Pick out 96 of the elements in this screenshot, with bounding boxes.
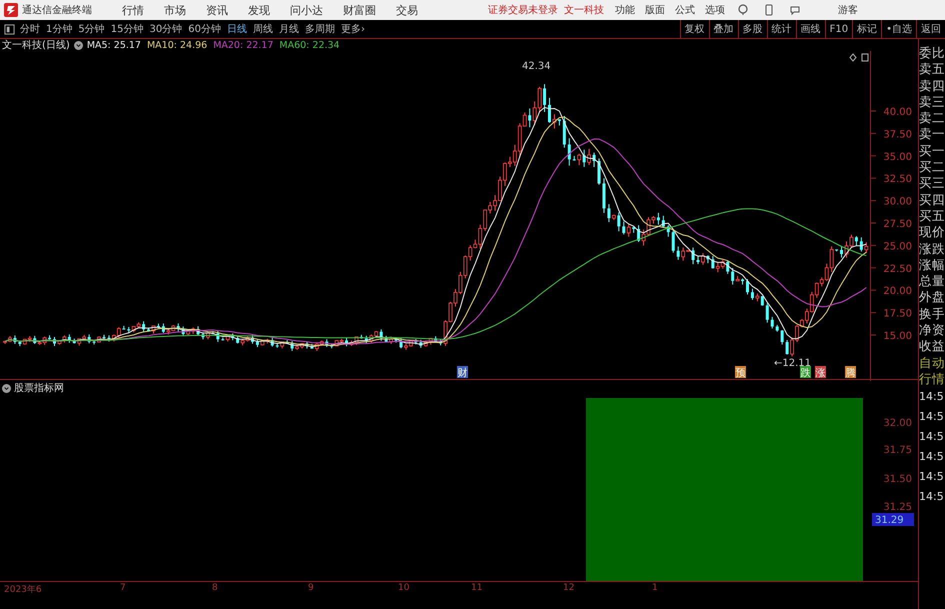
trade-time: 14:5 [919, 489, 945, 506]
price-axis-label: 27.50 [883, 219, 912, 230]
quote-mode-label[interactable]: 自动 [919, 354, 945, 371]
indicator-axis-label: 31.25 [883, 502, 912, 513]
trade-time: 14:5 [919, 389, 945, 406]
stock-name: 文一科技 [564, 4, 604, 17]
quote-label: 换手 [919, 306, 945, 322]
quote-mode-label[interactable]: 行情 [919, 370, 945, 388]
moving-average-value: MA20: 22.17 [213, 40, 274, 50]
period-tab[interactable]: 更多› [340, 22, 365, 36]
period-tab[interactable]: 15分钟 [110, 22, 144, 36]
period-tab[interactable]: 月线 [278, 22, 299, 36]
quote-label: 涨幅 [919, 256, 945, 274]
quote-label: 现价 [919, 224, 945, 241]
app-title: 通达信金融终端 [22, 4, 93, 17]
period-tab[interactable]: 5分钟 [78, 22, 105, 36]
menu-item[interactable]: 版面 [645, 3, 665, 17]
diamond-icon[interactable] [849, 53, 857, 62]
period-tab[interactable]: 30分钟 [149, 22, 182, 36]
quote-label: 买二 [919, 159, 945, 176]
indicator-axis-label: 31.75 [883, 445, 912, 456]
event-marker[interactable]: 财 [457, 366, 468, 379]
quote-label: 委比 [919, 45, 945, 62]
date-axis-label: 10 [398, 583, 410, 593]
price-axis-label: 35.00 [883, 152, 912, 163]
menu-item[interactable]: 行情 [122, 2, 144, 18]
quote-label: 总量 [919, 273, 945, 290]
chat-icon[interactable] [789, 4, 801, 16]
settings-icon[interactable] [74, 40, 83, 50]
bulb-icon[interactable] [737, 4, 749, 16]
moving-average-value: MA5: 25.17 [86, 40, 141, 50]
menu-item[interactable]: 市场 [164, 2, 186, 18]
quote-label: 卖二 [919, 110, 945, 126]
settings-icon[interactable] [2, 384, 11, 392]
app-logo-icon [4, 3, 18, 17]
quote-label: 买四 [919, 192, 945, 208]
price-axis-label: 37.50 [883, 129, 912, 140]
trade-time: 14:5 [919, 409, 945, 426]
moving-average-value: MA60: 22.34 [279, 40, 340, 50]
menu-item[interactable]: 资讯 [206, 2, 228, 18]
menu-item[interactable]: 公式 [675, 3, 695, 17]
quote-label: 涨跌 [919, 240, 945, 257]
window-icon[interactable] [4, 24, 15, 34]
menu-item[interactable]: 发现 [248, 2, 270, 18]
user-name[interactable]: 游客 [838, 3, 858, 17]
low-price-label: ←12.11 [774, 358, 812, 369]
quote-label: 卖一 [919, 126, 945, 143]
date-axis-label: 2023年6 [4, 584, 42, 596]
menu-item[interactable]: 问小达 [290, 2, 323, 18]
period-tab[interactable]: 60分钟 [188, 22, 221, 36]
current-value-tag: 31.29 [872, 513, 914, 526]
moving-average-value: MA10: 24.96 [146, 40, 208, 50]
date-axis-label: 11 [471, 583, 482, 593]
date-axis-label: 8 [212, 583, 218, 593]
price-axis-label: 30.00 [883, 196, 912, 208]
event-marker[interactable]: 涨 [815, 366, 826, 379]
price-axis-label: 40.00 [883, 107, 912, 118]
login-status[interactable]: 证券交易未登录 [488, 3, 558, 17]
quote-label: 净资 [919, 322, 945, 338]
indicator-title: 股票指标网 [14, 382, 64, 395]
indicator-axis-label: 31.50 [883, 474, 912, 485]
price-axis-label: 15.00 [883, 331, 912, 342]
period-tab[interactable]: 周线 [252, 22, 273, 36]
quote-label: 买五 [919, 208, 945, 224]
high-price-label: 42.34 [522, 61, 551, 72]
quote-label: 买一 [919, 142, 945, 160]
quote-label: 收益 [919, 338, 945, 355]
menu-item[interactable]: 财富圈 [343, 2, 376, 18]
menu-item[interactable]: 交易 [396, 2, 418, 18]
period-tab[interactable]: 日线 [226, 22, 247, 36]
menu-item[interactable]: 选项 [705, 3, 725, 17]
indicator-axis-label: 32.00 [883, 418, 912, 429]
price-axis-label: 22.50 [883, 264, 912, 275]
date-axis-label: 7 [120, 583, 126, 593]
date-axis-label: 9 [308, 583, 314, 593]
quote-label: 卖五 [919, 61, 945, 78]
period-tab[interactable]: 1分钟 [46, 22, 72, 36]
price-axis-label: 32.50 [883, 174, 912, 186]
menu-item[interactable]: 功能 [615, 3, 635, 17]
date-axis-label: 12 [563, 583, 574, 593]
date-axis-label: 1 [652, 583, 658, 593]
period-tab[interactable]: 分时 [20, 22, 40, 36]
chart-title: 文一科技(日线) [2, 38, 70, 52]
period-tab[interactable]: 多周期 [304, 22, 335, 36]
trade-time: 14:5 [919, 469, 945, 486]
panel-icon[interactable] [862, 54, 868, 62]
phone-icon[interactable] [763, 4, 775, 16]
quote-label: 卖四 [919, 78, 945, 94]
quote-label: 外盘 [919, 289, 945, 306]
trade-time: 14:5 [919, 429, 945, 446]
quote-label: 卖三 [919, 94, 945, 110]
price-axis-label: 17.50 [883, 308, 912, 320]
price-axis-label: 20.00 [883, 286, 912, 298]
quote-label: 买三 [919, 175, 945, 192]
price-axis-label: 25.00 [883, 241, 912, 252]
trade-time: 14:5 [919, 449, 945, 466]
